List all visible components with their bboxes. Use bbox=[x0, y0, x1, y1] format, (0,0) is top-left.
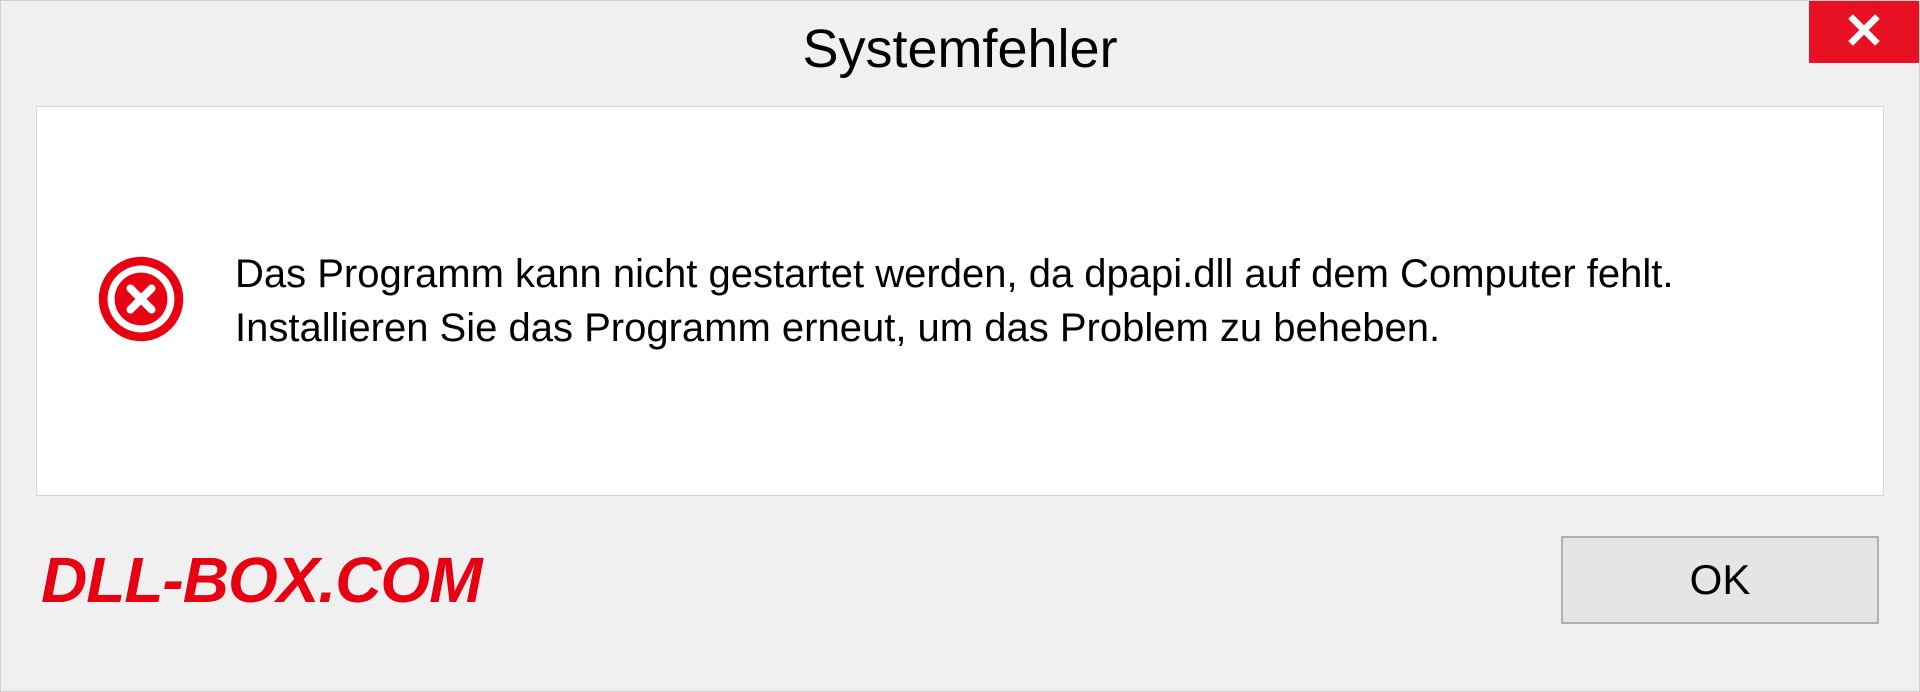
dialog-title: Systemfehler bbox=[802, 18, 1117, 80]
watermark-text: DLL-BOX.COM bbox=[41, 543, 482, 617]
content-area: Das Programm kann nicht gestartet werden… bbox=[36, 106, 1884, 496]
ok-button[interactable]: OK bbox=[1561, 536, 1879, 624]
error-message: Das Programm kann nicht gestartet werden… bbox=[235, 247, 1823, 355]
error-dialog: Systemfehler Das Programm kann nicht ges… bbox=[0, 0, 1920, 692]
error-icon bbox=[97, 255, 185, 348]
dialog-footer: DLL-BOX.COM OK bbox=[1, 516, 1919, 654]
close-button[interactable] bbox=[1809, 1, 1919, 63]
close-icon bbox=[1845, 11, 1883, 54]
title-bar: Systemfehler bbox=[1, 1, 1919, 96]
